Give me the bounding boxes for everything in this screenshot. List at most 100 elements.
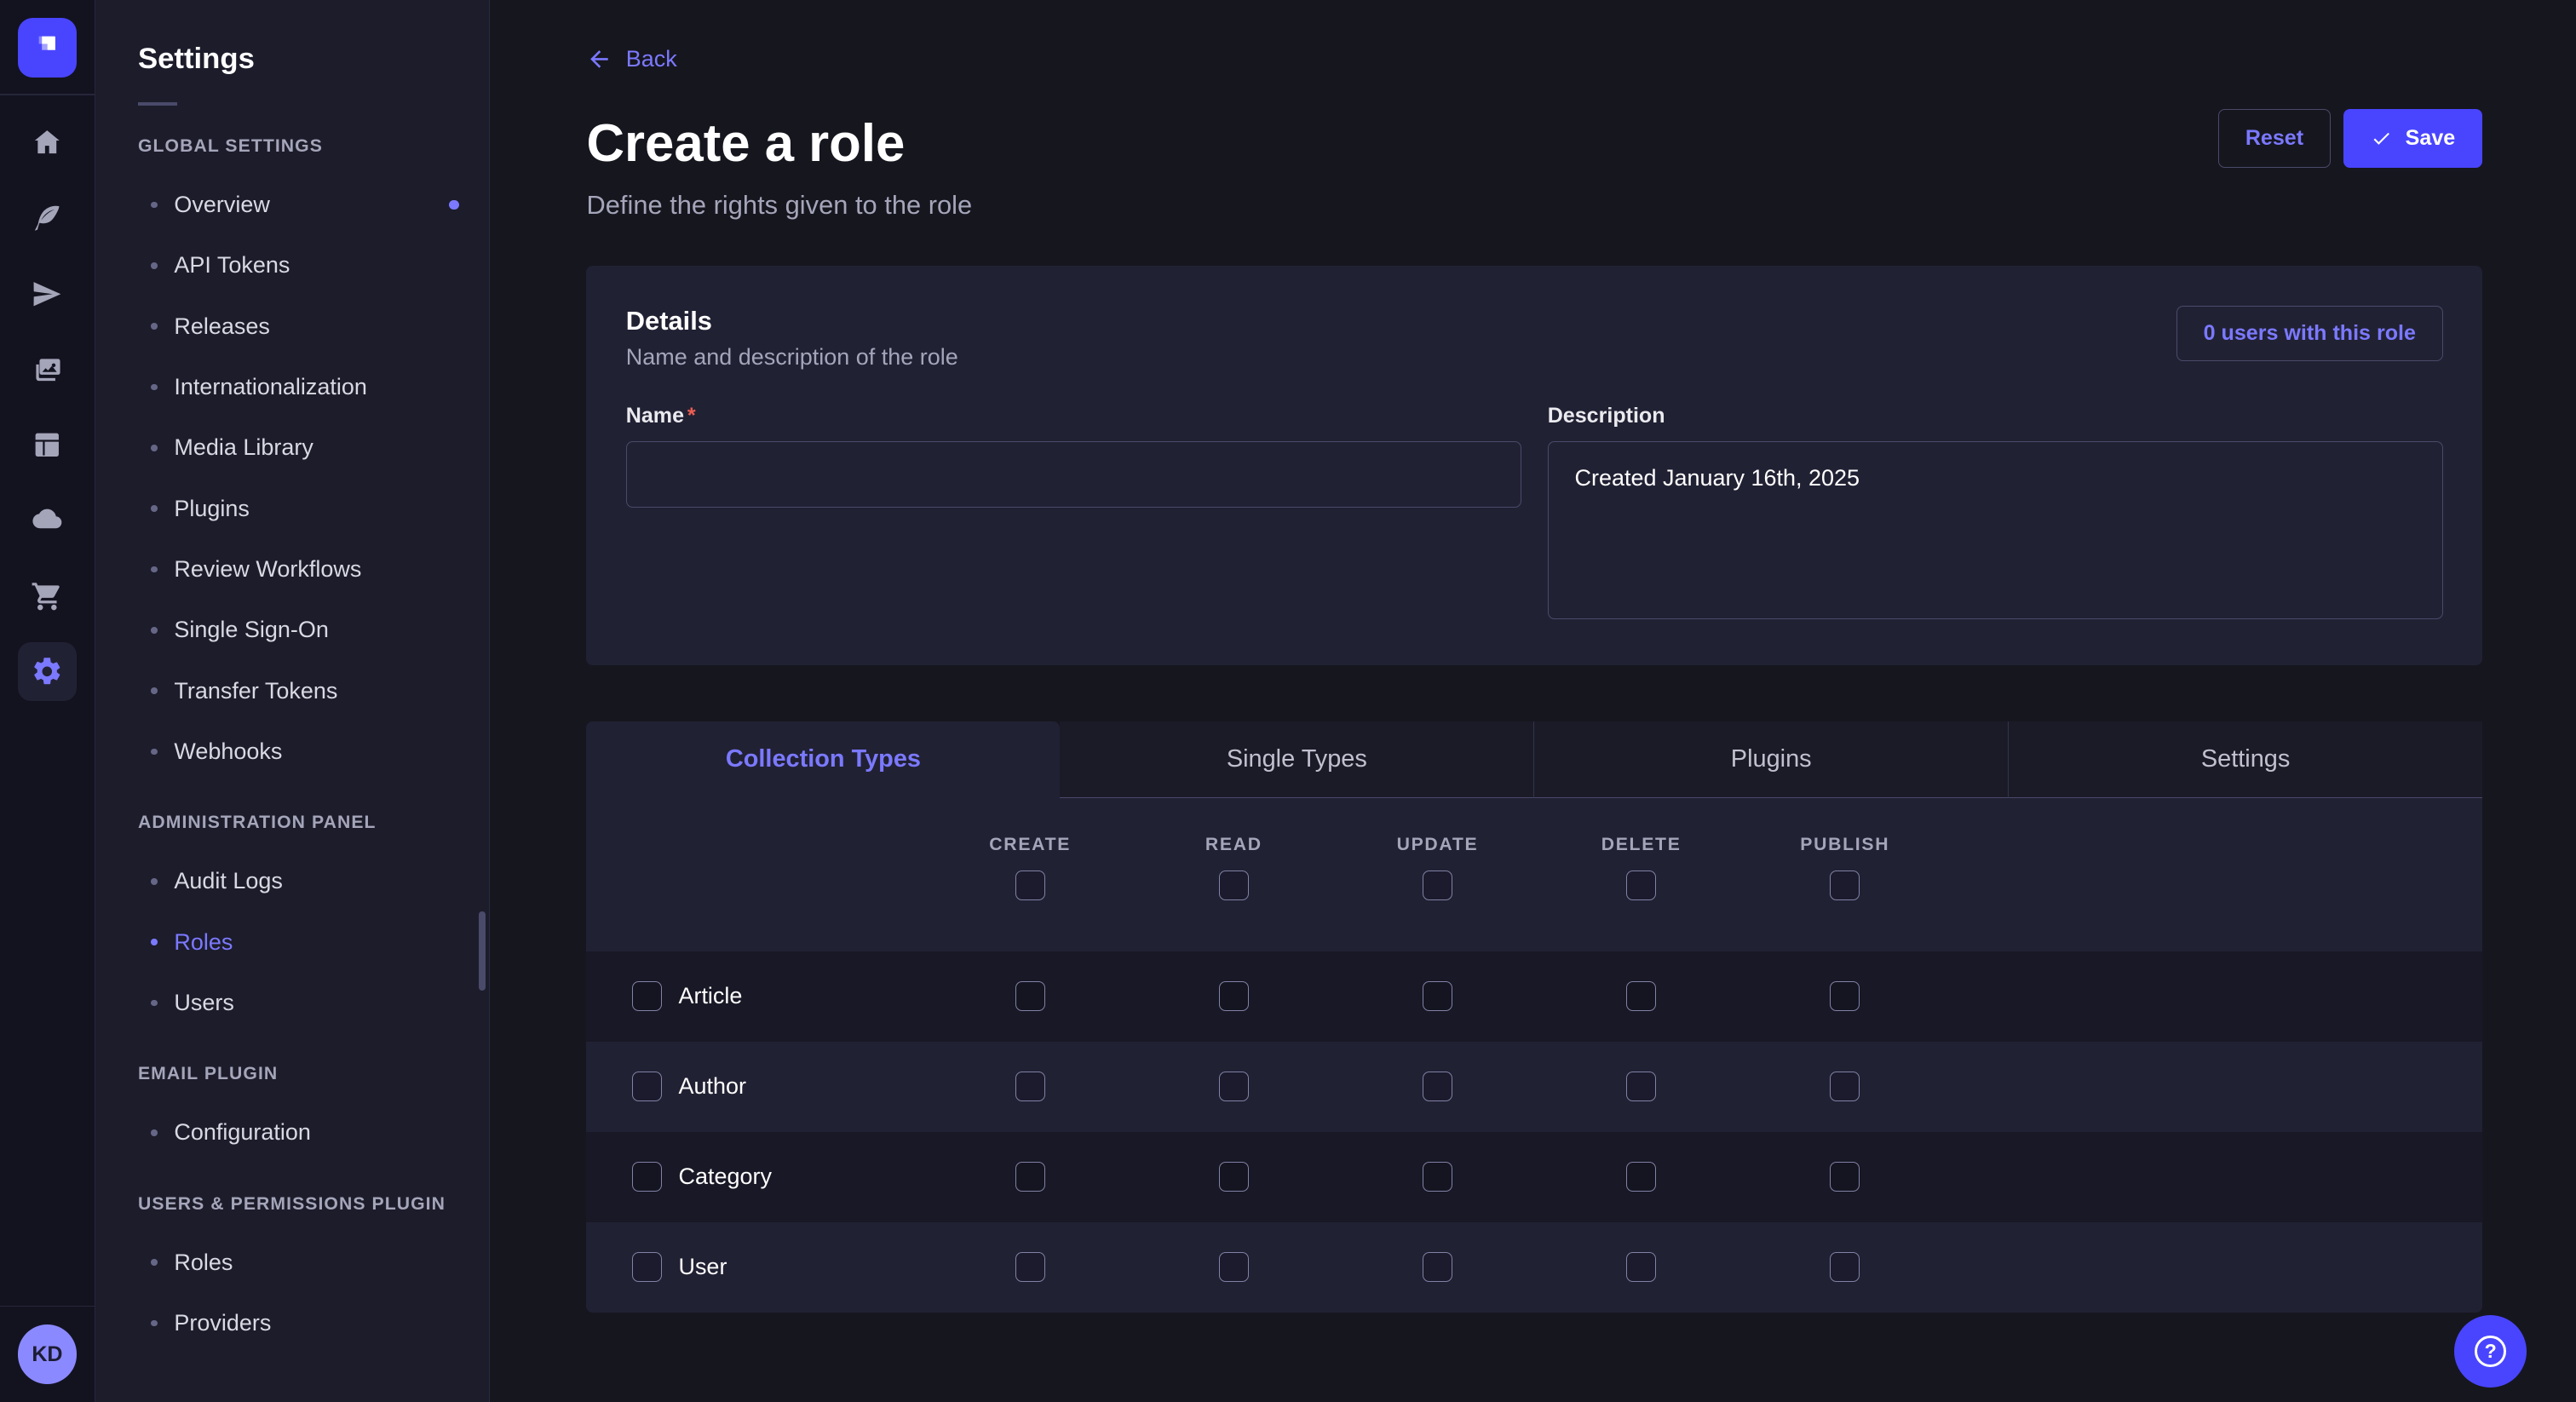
article-publish-checkbox[interactable] bbox=[1830, 981, 1860, 1011]
shopping-cart-icon bbox=[31, 580, 64, 613]
subnav-item-internationalization[interactable]: Internationalization bbox=[95, 357, 489, 417]
row-article-checkbox[interactable] bbox=[632, 981, 662, 1011]
bullet-icon bbox=[151, 384, 158, 391]
subnav-item-configuration[interactable]: Configuration bbox=[95, 1102, 489, 1163]
rail-item-gear[interactable] bbox=[18, 642, 77, 701]
subnav-item-label: Providers bbox=[174, 1310, 271, 1336]
subnav-item-label: Configuration bbox=[174, 1119, 311, 1146]
column-header-update: UPDATE bbox=[1397, 835, 1479, 855]
rail-item-images[interactable] bbox=[18, 340, 77, 399]
back-link[interactable]: Back bbox=[586, 46, 676, 72]
tab-bar: Collection TypesSingle TypesPluginsSetti… bbox=[586, 721, 2482, 799]
layout-icon bbox=[31, 428, 64, 462]
subnav-item-roles[interactable]: Roles bbox=[95, 912, 489, 973]
subnav-item-label: Transfer Tokens bbox=[174, 678, 337, 704]
subnav-item-audit-logs[interactable]: Audit Logs bbox=[95, 851, 489, 911]
page-subtitle: Define the rights given to the role bbox=[586, 190, 2482, 221]
select-all-delete-checkbox[interactable] bbox=[1626, 871, 1656, 900]
column-header-create: CREATE bbox=[989, 835, 1071, 855]
user-avatar[interactable]: KD bbox=[18, 1324, 77, 1383]
row-user-checkbox[interactable] bbox=[632, 1252, 662, 1282]
row-author-checkbox[interactable] bbox=[632, 1072, 662, 1101]
rail-item-paper-plane[interactable] bbox=[18, 264, 77, 323]
subnav-item-label: Roles bbox=[174, 929, 233, 956]
reset-button[interactable]: Reset bbox=[2218, 109, 2331, 168]
user-create-checkbox[interactable] bbox=[1015, 1252, 1045, 1282]
user-update-checkbox[interactable] bbox=[1423, 1252, 1452, 1282]
page-title: Create a role bbox=[586, 115, 905, 173]
user-delete-checkbox[interactable] bbox=[1626, 1252, 1656, 1282]
article-delete-checkbox[interactable] bbox=[1626, 981, 1656, 1011]
subnav-title-divider bbox=[138, 102, 177, 106]
subnav-item-single-sign-on[interactable]: Single Sign-On bbox=[95, 600, 489, 660]
subnav-item-releases[interactable]: Releases bbox=[95, 296, 489, 356]
author-publish-checkbox[interactable] bbox=[1830, 1072, 1860, 1101]
rail-item-shopping-cart[interactable] bbox=[18, 566, 77, 625]
subnav-item-media-library[interactable]: Media Library bbox=[95, 417, 489, 478]
tab-plugins[interactable]: Plugins bbox=[1533, 721, 2008, 799]
permissions-table: CREATEREADUPDATEDELETEPUBLISH ArticleAut… bbox=[586, 798, 2482, 1313]
select-all-create-checkbox[interactable] bbox=[1015, 871, 1045, 900]
rail-item-home[interactable] bbox=[18, 113, 77, 172]
subnav-item-roles[interactable]: Roles bbox=[95, 1232, 489, 1293]
author-update-checkbox[interactable] bbox=[1423, 1072, 1452, 1101]
column-header-read: READ bbox=[1205, 835, 1262, 855]
permission-row-article: Article bbox=[586, 951, 2482, 1042]
subnav-item-users[interactable]: Users bbox=[95, 973, 489, 1033]
users-with-role-button[interactable]: 0 users with this role bbox=[2176, 306, 2443, 362]
author-read-checkbox[interactable] bbox=[1219, 1072, 1249, 1101]
bullet-icon bbox=[151, 627, 158, 634]
subnav-item-plugins[interactable]: Plugins bbox=[95, 479, 489, 539]
section-header-users-permissions-plugin: USERS & PERMISSIONS PLUGIN bbox=[138, 1189, 446, 1219]
rail-item-cloud[interactable] bbox=[18, 491, 77, 550]
tab-single-types[interactable]: Single Types bbox=[1060, 721, 1533, 799]
article-create-checkbox[interactable] bbox=[1015, 981, 1045, 1011]
category-create-checkbox[interactable] bbox=[1015, 1162, 1045, 1192]
subnav-item-label: Media Library bbox=[174, 434, 313, 461]
home-icon bbox=[31, 126, 64, 159]
tab-settings[interactable]: Settings bbox=[2008, 721, 2482, 799]
save-button[interactable]: Save bbox=[2343, 109, 2482, 168]
category-publish-checkbox[interactable] bbox=[1830, 1162, 1860, 1192]
article-read-checkbox[interactable] bbox=[1219, 981, 1249, 1011]
author-create-checkbox[interactable] bbox=[1015, 1072, 1045, 1101]
subnav-item-review-workflows[interactable]: Review Workflows bbox=[95, 539, 489, 600]
strapi-logo[interactable] bbox=[18, 18, 77, 77]
subnav-item-overview[interactable]: Overview bbox=[95, 175, 489, 235]
bullet-icon bbox=[151, 505, 158, 512]
article-update-checkbox[interactable] bbox=[1423, 981, 1452, 1011]
subnav-scrollbar[interactable] bbox=[479, 911, 486, 991]
tab-collection-types[interactable]: Collection Types bbox=[586, 721, 1060, 799]
subnav-item-providers[interactable]: Providers bbox=[95, 1293, 489, 1353]
rail-item-layout[interactable] bbox=[18, 416, 77, 474]
rail-bottom: KD bbox=[0, 1306, 95, 1402]
help-button[interactable]: ? bbox=[2454, 1315, 2527, 1388]
user-read-checkbox[interactable] bbox=[1219, 1252, 1249, 1282]
author-delete-checkbox[interactable] bbox=[1626, 1072, 1656, 1101]
user-publish-checkbox[interactable] bbox=[1830, 1252, 1860, 1282]
subnav-item-label: Users bbox=[174, 990, 233, 1016]
category-read-checkbox[interactable] bbox=[1219, 1162, 1249, 1192]
subnav-item-webhooks[interactable]: Webhooks bbox=[95, 721, 489, 782]
subnav-title: Settings bbox=[138, 43, 489, 76]
name-label: Name bbox=[626, 404, 684, 428]
bullet-icon bbox=[151, 1129, 158, 1136]
subnav-item-api-tokens[interactable]: API Tokens bbox=[95, 235, 489, 296]
bullet-icon bbox=[151, 878, 158, 885]
select-all-publish-checkbox[interactable] bbox=[1830, 871, 1860, 900]
cloud-icon bbox=[31, 504, 64, 537]
description-label: Description bbox=[1548, 404, 1665, 428]
name-input[interactable] bbox=[626, 441, 1521, 507]
question-icon: ? bbox=[2475, 1336, 2506, 1367]
category-update-checkbox[interactable] bbox=[1423, 1162, 1452, 1192]
subnav-item-transfer-tokens[interactable]: Transfer Tokens bbox=[95, 661, 489, 721]
row-category-checkbox[interactable] bbox=[632, 1162, 662, 1192]
category-delete-checkbox[interactable] bbox=[1626, 1162, 1656, 1192]
permission-row-user: User bbox=[586, 1222, 2482, 1313]
rail-item-feather[interactable] bbox=[18, 189, 77, 248]
select-all-read-checkbox[interactable] bbox=[1219, 871, 1249, 900]
bullet-icon bbox=[151, 749, 158, 756]
details-card-subtitle: Name and description of the role bbox=[626, 344, 958, 371]
select-all-update-checkbox[interactable] bbox=[1423, 871, 1452, 900]
description-textarea[interactable]: Created January 16th, 2025 bbox=[1548, 441, 2443, 618]
